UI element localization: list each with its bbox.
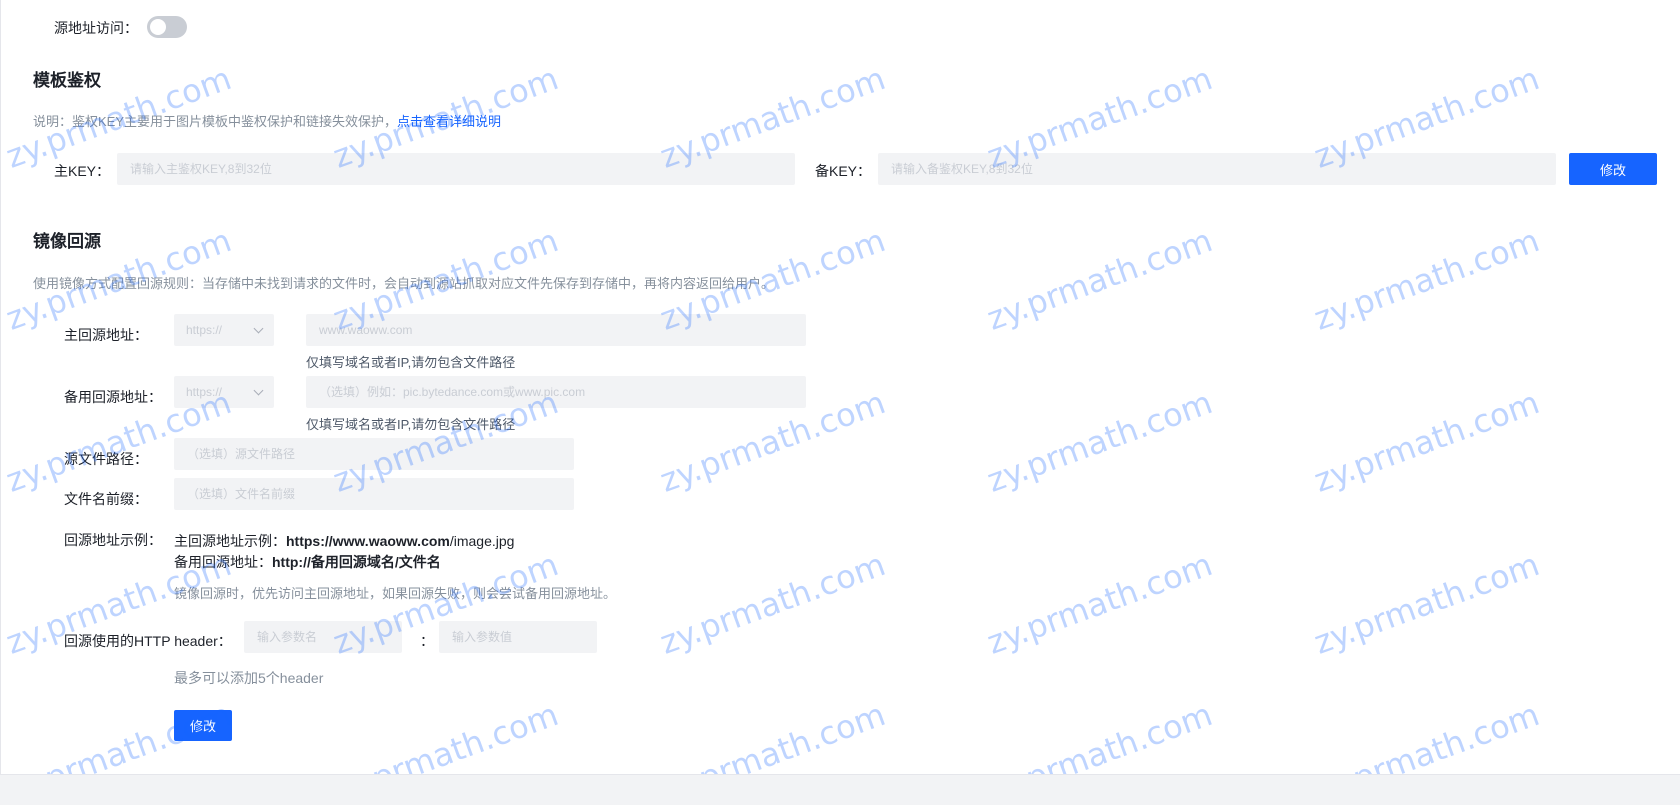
watermark: zy.prmath.com <box>1309 545 1545 662</box>
primary-example-path: /image.jpg <box>449 533 515 549</box>
toggle-knob <box>150 19 166 35</box>
source-path-label: 源文件路径： <box>64 451 148 467</box>
watermark: zy.prmath.com <box>982 383 1218 500</box>
backup-example-prefix: 备用回源地址： <box>174 554 272 570</box>
primary-protocol-select[interactable]: https:// <box>174 314 274 346</box>
header-value-input[interactable] <box>439 621 597 653</box>
filename-prefix-input[interactable] <box>174 478 574 510</box>
watermark: zy.prmath.com <box>655 545 891 662</box>
details-link[interactable]: 点击查看详细说明 <box>397 114 501 129</box>
watermark: zy.prmath.com <box>982 221 1218 338</box>
filename-prefix-label: 文件名前缀： <box>64 491 148 507</box>
chevron-down-icon <box>253 385 264 395</box>
backup-example-url: http://备用回源域名/文件名 <box>272 554 441 570</box>
backup-origin-example: 备用回源地址：http://备用回源域名/文件名 <box>174 552 441 572</box>
mirror-title: 镜像回源 <box>33 232 101 251</box>
primary-protocol-value: https:// <box>186 323 223 337</box>
main-key-input[interactable] <box>117 153 795 185</box>
template-auth-description: 说明：鉴权KEY主要用于图片模板中鉴权保护和链接失效保护，点击查看详细说明 <box>33 111 501 130</box>
template-auth-title: 模板鉴权 <box>33 71 101 90</box>
mirror-description: 使用镜像方式配置回源规则：当存储中未找到请求的文件时，会自动到源站抓取对应文件先… <box>33 276 775 291</box>
backup-key-input[interactable] <box>878 153 1556 185</box>
origin-example-label: 回源地址示例： <box>64 532 162 548</box>
backup-protocol-select[interactable]: https:// <box>174 376 274 408</box>
chevron-down-icon <box>253 323 264 333</box>
backup-origin-input[interactable] <box>306 376 806 408</box>
backup-origin-label: 备用回源地址： <box>64 389 162 405</box>
save-key-button[interactable]: 修改 <box>1569 153 1657 185</box>
save-mirror-button[interactable]: 修改 <box>174 710 232 741</box>
primary-origin-input[interactable] <box>306 314 806 346</box>
primary-origin-label: 主回源地址： <box>64 327 148 343</box>
main-key-label: 主KEY： <box>54 163 111 179</box>
template-auth-desc-text: 说明：鉴权KEY主要用于图片模板中鉴权保护和链接失效保护， <box>33 114 398 129</box>
header-limit-hint: 最多可以添加5个header <box>174 670 324 686</box>
header-separator: ： <box>420 633 434 649</box>
header-name-input[interactable] <box>244 621 402 653</box>
example-note: 镜像回源时，优先访问主回源地址，如果回源失败，则会尝试备用回源地址。 <box>174 586 617 601</box>
primary-origin-hint: 仅填写域名或者IP,请勿包含文件路径 <box>306 355 516 370</box>
footer-bar <box>0 774 1680 805</box>
primary-example-prefix: 主回源地址示例： <box>174 533 286 549</box>
settings-page: 源地址访问： 模板鉴权 说明：鉴权KEY主要用于图片模板中鉴权保护和链接失效保护… <box>0 0 1680 805</box>
source-access-toggle[interactable] <box>147 16 187 38</box>
watermark: zy.prmath.com <box>1309 383 1545 500</box>
source-access-label: 源地址访问： <box>54 20 138 36</box>
watermark: zy.prmath.com <box>1309 221 1545 338</box>
backup-origin-hint: 仅填写域名或者IP,请勿包含文件路径 <box>306 417 516 432</box>
primary-origin-example: 主回源地址示例：https://www.waoww.com/image.jpg <box>174 531 514 551</box>
source-path-input[interactable] <box>174 438 574 470</box>
http-header-label: 回源使用的HTTP header： <box>64 633 232 649</box>
backup-key-label: 备KEY： <box>815 163 872 179</box>
watermark: zy.prmath.com <box>982 545 1218 662</box>
primary-example-domain: https://www.waoww.com <box>286 533 450 549</box>
backup-protocol-value: https:// <box>186 385 223 399</box>
